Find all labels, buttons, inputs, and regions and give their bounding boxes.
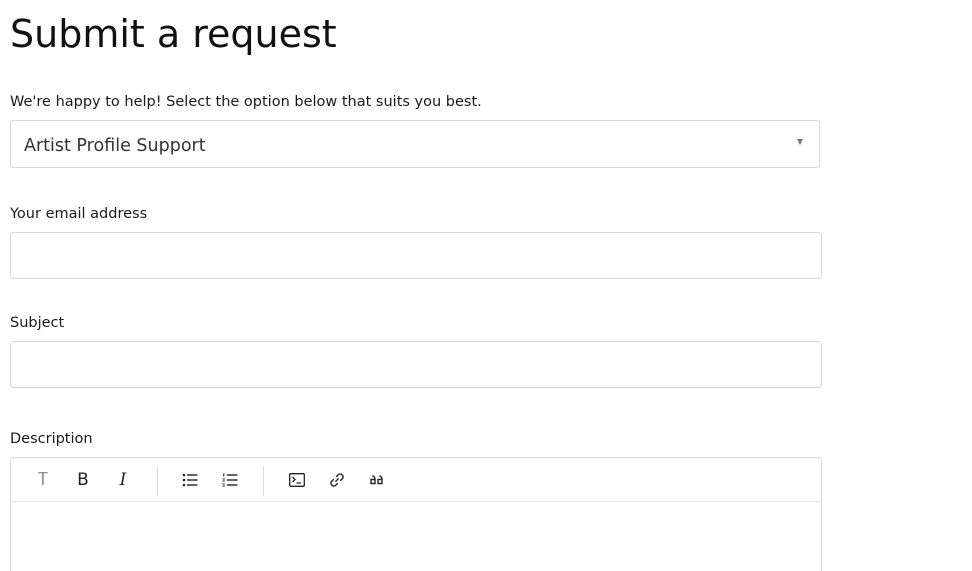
italic-button[interactable]: I [109, 466, 137, 494]
text-style-button[interactable]: T [29, 466, 57, 494]
request-type-select[interactable]: Artist Profile Support [10, 120, 820, 168]
request-form-page: Submit a request We're happy to help! Se… [0, 0, 972, 571]
caret-down-icon [797, 139, 803, 145]
email-label: Your email address [10, 206, 148, 222]
link-icon [330, 473, 344, 487]
numbered-list-icon [222, 473, 238, 487]
link-button[interactable] [323, 466, 351, 494]
subject-field[interactable] [10, 341, 822, 388]
toolbar-divider [157, 466, 158, 496]
text-style-icon: T [37, 470, 49, 490]
request-type-intro: We're happy to help! Select the option b… [10, 94, 482, 110]
code-block-icon [289, 473, 305, 487]
toolbar-divider [263, 466, 264, 496]
editor-toolbar: T B I [11, 458, 821, 502]
description-editor: T B I [10, 457, 822, 571]
page-title: Submit a request [10, 12, 337, 56]
numbered-list-button[interactable] [216, 466, 244, 494]
bold-button[interactable]: B [69, 466, 97, 494]
email-field[interactable] [10, 232, 822, 279]
subject-label: Subject [10, 315, 65, 331]
bulleted-list-icon [182, 473, 198, 487]
bold-icon: B [77, 470, 89, 490]
quote-icon [370, 475, 383, 485]
code-block-button[interactable] [283, 466, 311, 494]
quote-button[interactable] [363, 466, 391, 494]
request-type-selected-value: Artist Profile Support [24, 136, 206, 156]
bulleted-list-button[interactable] [176, 466, 204, 494]
description-input[interactable] [11, 502, 821, 571]
italic-icon: I [119, 470, 127, 490]
description-label: Description [10, 431, 93, 447]
